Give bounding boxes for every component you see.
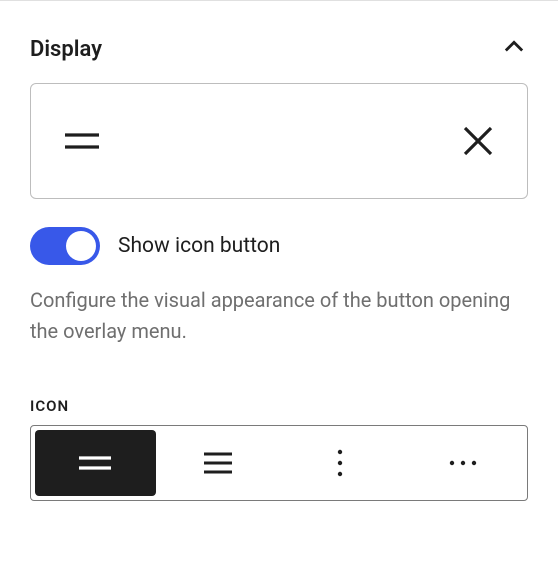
description-text: Configure the visual appearance of the b…	[30, 285, 528, 347]
icon-picker	[30, 425, 528, 501]
icon-option-hamburger-three-lines[interactable]	[158, 430, 279, 496]
toggle-label: Show icon button	[118, 234, 280, 258]
show-icon-button-row: Show icon button	[30, 227, 528, 265]
chevron-up-icon	[500, 33, 528, 65]
icon-subheading: ICON	[30, 397, 528, 415]
hamburger-icon	[63, 124, 101, 158]
display-section-header[interactable]: Display	[30, 21, 528, 83]
icon-preview-box	[30, 83, 528, 199]
icon-option-hamburger-two-lines[interactable]	[35, 430, 156, 496]
close-icon	[461, 124, 495, 158]
icon-option-vertical-dots[interactable]	[280, 430, 401, 496]
show-icon-button-toggle[interactable]	[30, 227, 100, 265]
section-title: Display	[30, 37, 102, 62]
icon-option-horizontal-dots[interactable]	[403, 430, 524, 496]
